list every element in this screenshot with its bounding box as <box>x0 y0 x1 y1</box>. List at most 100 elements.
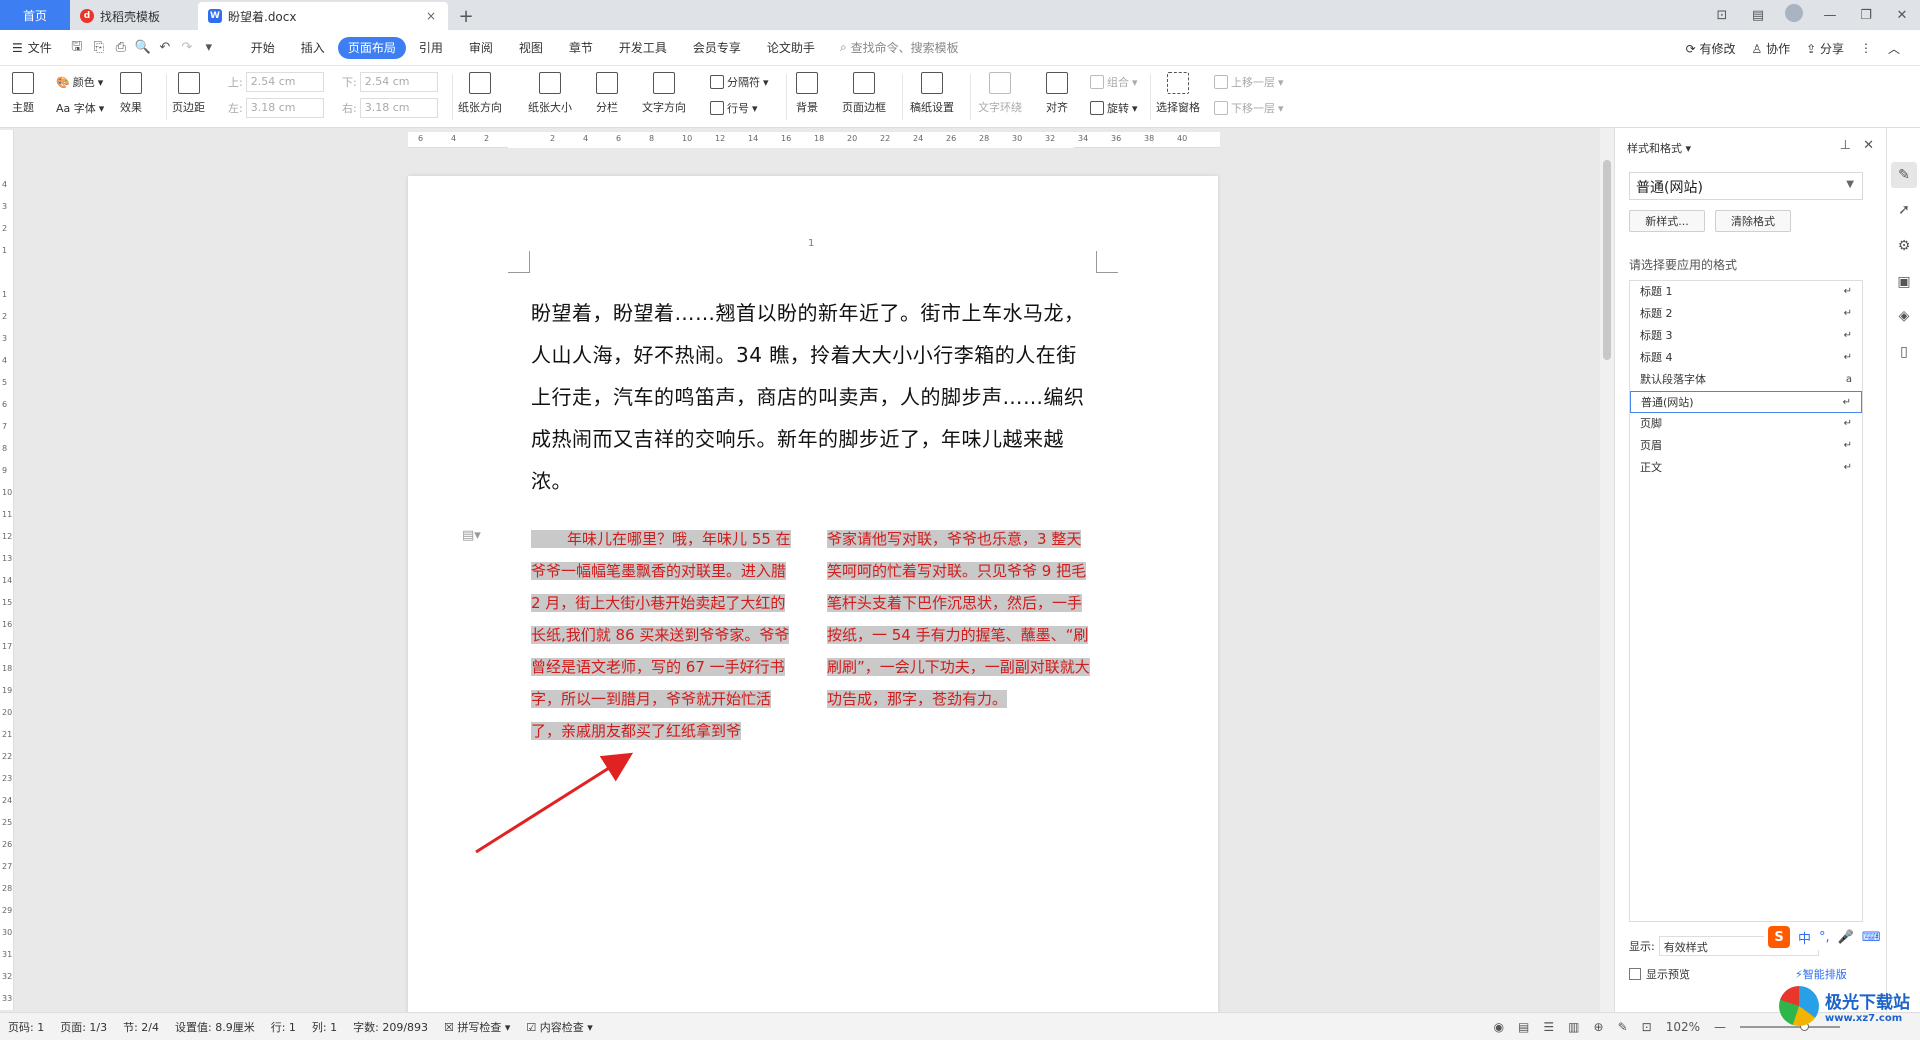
text-column-1[interactable]: 年味儿在哪里？哦，年味儿 55 在爷爷一幅幅笔墨飘香的对联里。进入腊 2 月，街… <box>531 523 799 747</box>
close-window-icon[interactable]: ✕ <box>1884 8 1920 23</box>
menu-thesis[interactable]: 论文助手 <box>754 37 828 59</box>
close-panel-icon[interactable]: ✕ <box>1863 138 1874 153</box>
horizontal-ruler[interactable]: 6 4 2 2 4 6 8 10 12 14 16 18 20 22 24 26 28 30 32 34 36 38 40 <box>408 132 1220 148</box>
style-item[interactable]: 默认段落字体 a <box>1630 369 1862 391</box>
scrollbar-thumb[interactable] <box>1603 160 1611 360</box>
tab-document[interactable]: W 盼望着.docx × <box>198 2 448 30</box>
sogou-ime-icon[interactable]: S <box>1768 926 1790 948</box>
manuscript-button[interactable]: 稿纸设置 <box>910 66 954 115</box>
fit-page-icon[interactable]: ⊡ <box>1642 1020 1652 1034</box>
left-margin-value[interactable]: 3.18 cm <box>245 98 324 118</box>
text-direction-button[interactable]: 文字方向 <box>642 66 686 115</box>
ime-punctuation-icon[interactable]: °, <box>1819 930 1830 945</box>
layout-icon[interactable]: ⊡ <box>1704 8 1740 23</box>
ime-chinese-mode[interactable]: 中 <box>1798 928 1811 947</box>
show-preview-checkbox[interactable]: 显示预览 <box>1629 966 1690 982</box>
orientation-button[interactable]: 纸张方向 <box>458 66 502 115</box>
image-tools-icon[interactable]: ▣ <box>1895 274 1913 292</box>
file-menu[interactable]: ☰ 文件 <box>0 39 64 56</box>
styles-panel-title[interactable]: 样式和格式 ▾ <box>1627 140 1691 156</box>
collab-button[interactable]: ♙ 协作 <box>1752 40 1791 57</box>
style-item[interactable]: 普通(网站) ↵ <box>1630 391 1862 413</box>
status-word-count[interactable]: 字数: 209/893 <box>345 1019 436 1035</box>
right-margin-field[interactable]: 右: 3.18 cm <box>342 98 438 118</box>
send-backward-button[interactable]: 下移一层 ▾ <box>1214 100 1284 116</box>
document-page[interactable]: 1 盼望着，盼望着……翘首以盼的新年近了。街市上车水马龙，人山人海，好不热闹。3… <box>408 176 1218 1040</box>
read-view-icon[interactable]: ▥ <box>1568 1020 1579 1034</box>
color-button[interactable]: 🎨 颜色 ▾ <box>56 74 103 90</box>
web-view-icon[interactable]: ⊕ <box>1594 1020 1604 1034</box>
bottom-margin-field[interactable]: 下: 2.54 cm <box>342 72 438 92</box>
apps-grid-icon[interactable]: ▤ <box>1740 8 1776 23</box>
navigation-icon[interactable]: ◈ <box>1895 308 1913 326</box>
smart-layout-link[interactable]: ⚡智能排版 <box>1795 966 1847 982</box>
select-pane-button[interactable]: 选择窗格 <box>1156 66 1200 115</box>
user-avatar[interactable] <box>1776 4 1812 26</box>
page-border-button[interactable]: 页面边框 <box>842 66 886 115</box>
zoom-level[interactable]: 102% <box>1666 1020 1700 1034</box>
align-button[interactable]: 对齐 <box>1046 66 1068 115</box>
status-page[interactable]: 页面: 1/3 <box>52 1019 115 1035</box>
restore-icon[interactable]: ❐ <box>1848 8 1884 23</box>
tab-templates[interactable]: d 找稻壳模板 <box>70 2 198 30</box>
font-button[interactable]: Aa 字体 ▾ <box>56 100 104 116</box>
menu-member[interactable]: 会员专享 <box>680 37 754 59</box>
menu-view[interactable]: 视图 <box>506 37 556 59</box>
menu-review[interactable]: 审阅 <box>456 37 506 59</box>
zoom-slider[interactable] <box>1740 1022 1840 1031</box>
style-pen-icon[interactable]: ✎ <box>1891 162 1917 188</box>
intro-paragraph[interactable]: 盼望着，盼望着……翘首以盼的新年近了。街市上车水马龙，人山人海，好不热闹。34 … <box>531 292 1096 502</box>
modify-button[interactable]: ⟳ 有修改 <box>1686 40 1736 57</box>
keyboard-icon[interactable]: ⌨ <box>1862 930 1881 945</box>
text-wrap-button[interactable]: 文字环绕 <box>978 66 1022 115</box>
margin-button[interactable]: 页边距 <box>172 66 205 115</box>
tab-home[interactable]: 首页 <box>0 0 70 30</box>
collapse-ribbon-icon[interactable]: ︿ <box>1888 40 1900 57</box>
effect-button[interactable]: 效果 <box>120 66 142 115</box>
clear-format-button[interactable]: 清除格式 <box>1715 210 1791 232</box>
top-margin-value[interactable]: 2.54 cm <box>245 72 324 92</box>
content-check-button[interactable]: ☑ 内容检查 ▾ <box>518 1019 600 1035</box>
left-margin-field[interactable]: 左: 3.18 cm <box>228 98 324 118</box>
style-item[interactable]: 页眉 ↵ <box>1630 435 1862 457</box>
menu-insert[interactable]: 插入 <box>288 37 338 59</box>
share-button[interactable]: ⇪ 分享 <box>1806 40 1844 57</box>
eye-protection-icon[interactable]: ◉ <box>1494 1020 1504 1034</box>
style-item[interactable]: 标题 4 ↵ <box>1630 347 1862 369</box>
new-tab-button[interactable]: + <box>448 2 484 30</box>
minimize-icon[interactable]: — <box>1812 8 1848 23</box>
print-icon[interactable]: ⎙ <box>110 40 132 55</box>
style-item[interactable]: 正文 ↵ <box>1630 457 1862 479</box>
document-canvas[interactable]: 1 盼望着，盼望着……翘首以盼的新年近了。街市上车水马龙，人山人海，好不热闹。3… <box>14 150 1602 1040</box>
undo-icon[interactable]: ↶ <box>154 40 176 55</box>
columns-button[interactable]: 分栏 <box>596 66 618 115</box>
print-preview-icon[interactable]: 🔍 <box>132 40 154 55</box>
properties-icon[interactable]: ⚙ <box>1895 238 1913 256</box>
text-column-2[interactable]: 爷家请他写对联，爷爷也乐意，3 整天笑呵呵的忙着写对联。只见爷爷 9 把毛笔杆头… <box>827 523 1095 715</box>
save-icon[interactable]: 🖫 <box>66 37 88 59</box>
paper-size-button[interactable]: 纸张大小 <box>528 66 572 115</box>
group-button[interactable]: 组合 ▾ <box>1090 74 1138 90</box>
book-icon[interactable]: ▯ <box>1895 344 1913 362</box>
write-mode-icon[interactable]: ✎ <box>1618 1020 1628 1034</box>
right-margin-value[interactable]: 3.18 cm <box>359 98 438 118</box>
current-style-select[interactable]: 普通(网站) ▼ <box>1629 172 1863 200</box>
separator-button[interactable]: 分隔符 ▾ <box>710 74 769 90</box>
select-cursor-icon[interactable]: ➚ <box>1895 202 1913 220</box>
more-icon[interactable]: ⋮ <box>1860 41 1872 55</box>
background-button[interactable]: 背景 <box>796 66 818 115</box>
command-search[interactable]: ⌕ 查找命令、搜索模板 <box>840 39 959 56</box>
menu-developer[interactable]: 开发工具 <box>606 37 680 59</box>
redo-icon[interactable]: ↷ <box>176 40 198 55</box>
microphone-icon[interactable]: 🎤 <box>1838 930 1854 945</box>
paragraph-layout-icon[interactable]: ▤▾ <box>462 528 481 543</box>
pin-icon[interactable]: ⊥ <box>1840 138 1851 153</box>
bring-forward-button[interactable]: 上移一层 ▾ <box>1214 74 1284 90</box>
zoom-out-icon[interactable]: — <box>1714 1020 1726 1034</box>
rotate-button[interactable]: 旋转 ▾ <box>1090 100 1138 116</box>
customize-toolbar-icon[interactable]: ▾ <box>198 40 220 55</box>
export-pdf-icon[interactable]: ⎘ <box>88 40 110 55</box>
top-margin-field[interactable]: 上: 2.54 cm <box>228 72 324 92</box>
close-tab-icon[interactable]: × <box>426 9 436 23</box>
style-item[interactable]: 标题 3 ↵ <box>1630 325 1862 347</box>
